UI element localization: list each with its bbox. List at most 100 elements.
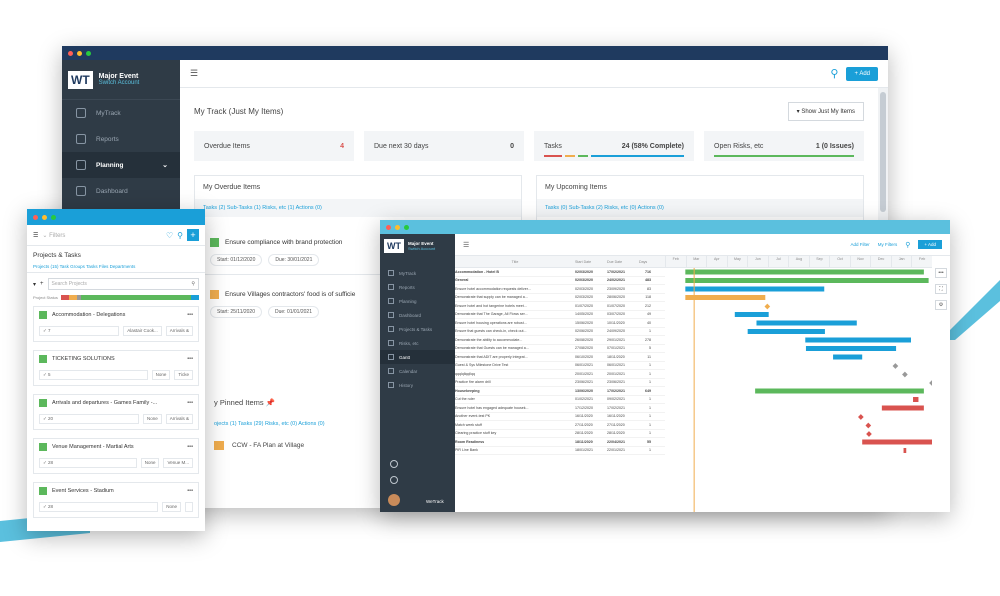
gantt-bar[interactable] — [685, 269, 924, 275]
gantt-bar[interactable] — [755, 388, 924, 394]
add-button[interactable]: + — [187, 229, 199, 241]
sidebar-item-projects-tasks[interactable]: Projects & Tasks — [380, 322, 455, 336]
heart-icon[interactable]: ♡ — [166, 231, 173, 240]
add-button[interactable]: + Add — [846, 66, 878, 81]
assignee-chip[interactable] — [185, 502, 193, 512]
maximize-dot[interactable] — [86, 50, 91, 56]
table-row[interactable]: Demonstrate the ability to accommodate..… — [455, 336, 665, 345]
gantt-bar[interactable] — [734, 312, 769, 317]
show-just-my-items-button[interactable]: ▾ Show Just My Items — [787, 102, 864, 121]
add-button[interactable]: + Add — [918, 240, 942, 249]
gantt-bar[interactable] — [756, 320, 857, 326]
gantt-bar[interactable] — [685, 286, 825, 292]
settings-icon[interactable]: ⚙ — [935, 300, 947, 310]
overdue-tabs[interactable]: Tasks (2) Sub-Tasks (1) Risks, etc (1) A… — [195, 199, 521, 217]
table-row[interactable]: Guest & Sys Milestone Drive Test 06/01/20… — [455, 362, 665, 370]
add-filter-button[interactable]: Add Filter — [850, 242, 869, 247]
gantt-bar[interactable] — [747, 329, 825, 334]
sidebar-item-gantt[interactable]: Gantt — [380, 350, 455, 364]
gantt-bar[interactable] — [805, 346, 897, 351]
projects-tabs[interactable]: Projects (15) Task Groups Tasks Files De… — [27, 261, 205, 273]
table-row[interactable]: Demonstrate that ADIT are properly integ… — [455, 353, 665, 362]
stat-overdue[interactable]: Overdue Items 4 — [194, 131, 354, 161]
search-icon[interactable]: ⚲ — [177, 231, 183, 240]
table-row[interactable]: Room Readiness 18/11/2020 22/04/2021 55 — [455, 438, 665, 447]
sidebar-item-reports[interactable]: Reports — [62, 126, 180, 152]
gantt-bar[interactable] — [685, 278, 929, 283]
column-due[interactable]: Due Date — [607, 260, 639, 264]
sidebar-item-history[interactable]: History — [380, 378, 455, 392]
table-row[interactable]: Cut the ruler 01/02/2021 09/02/2021 1 — [455, 396, 665, 404]
table-row[interactable]: Housekeeping 13/06/2020 17/02/2021 649 — [455, 387, 665, 396]
owner-chip[interactable]: None — [140, 458, 160, 468]
sidebar-item-planning[interactable]: Planning — [380, 294, 455, 308]
owner-chip[interactable]: None — [151, 370, 171, 380]
table-row[interactable]: Practice fire alarm drill 23/06/2021 23/06… — [455, 379, 665, 387]
upcoming-tabs[interactable]: Tasks (0) Sub-Tasks (2) Risks, etc (0) A… — [537, 199, 863, 217]
gantt-milestone[interactable] — [865, 422, 872, 429]
assignee-chip[interactable]: Ticke — [174, 370, 193, 380]
switch-account-link[interactable]: Switch Account — [99, 80, 140, 86]
table-row[interactable]: PIR Line Bank 18/01/2021 22/01/2021 1 — [455, 447, 665, 455]
overdue-task-item[interactable]: Ensure compliance with brand protection … — [210, 238, 390, 266]
gantt-milestone[interactable] — [902, 371, 908, 378]
more-icon[interactable]: ••• — [187, 444, 193, 450]
more-icon[interactable]: ••• — [187, 400, 193, 406]
more-icon[interactable]: ••• — [935, 268, 947, 278]
account-header[interactable]: WT Major Event Switch Account — [62, 60, 180, 100]
account-header[interactable]: WT Major Event Switch Account — [380, 234, 455, 258]
project-card[interactable]: Venue Management - Martial Arts ••• ✓ 28 No… — [33, 438, 199, 474]
my-filters-button[interactable]: My Filters — [878, 242, 898, 247]
column-days[interactable]: Days — [639, 260, 651, 264]
chevron-down-icon[interactable]: ▾ — [33, 281, 36, 288]
search-icon[interactable]: ⚲ — [905, 241, 910, 249]
scrollbar-thumb[interactable] — [880, 92, 886, 212]
gantt-bar[interactable] — [903, 448, 907, 453]
sidebar-item-mytrack[interactable]: MyTrack — [380, 266, 455, 280]
sidebar-item-dashboard[interactable]: Dashboard — [380, 308, 455, 322]
table-row[interactable]: Ensure hotel has engaged adequate housek… — [455, 404, 665, 413]
avatar[interactable] — [388, 494, 400, 506]
sidebar-item-dashboard[interactable]: Dashboard — [62, 178, 180, 204]
close-dot[interactable] — [386, 224, 391, 230]
table-row[interactable]: Clearing practice stuff key 28/11/2020 28/… — [455, 430, 665, 438]
more-icon[interactable]: ••• — [187, 488, 193, 494]
table-row[interactable]: General 02/03/2020 24/02/2021 483 — [455, 277, 665, 285]
overdue-task-item[interactable]: Ensure Villages contractors' food is of … — [210, 290, 390, 318]
close-dot[interactable] — [68, 50, 73, 56]
gantt-bar[interactable] — [805, 337, 911, 343]
assignee-chip[interactable]: Arrivals & — [165, 414, 193, 424]
gantt-milestone[interactable] — [764, 303, 771, 310]
minimize-dot[interactable] — [395, 224, 400, 230]
sidebar-item-planning[interactable]: Planning ⌄ — [62, 152, 180, 178]
sidebar-item-reports[interactable]: Reports — [380, 280, 455, 294]
task-checkbox[interactable] — [210, 290, 219, 299]
table-row[interactable]: Demonstrate that Guests can be managed a… — [455, 345, 665, 353]
gantt-milestone[interactable] — [866, 431, 872, 437]
search-icon[interactable]: ⚲ — [830, 67, 838, 80]
assignee-chip[interactable]: Arrivals & — [165, 326, 193, 336]
minimize-dot[interactable] — [42, 214, 47, 220]
collapse-menu-icon[interactable]: ☰ — [463, 241, 469, 249]
table-row[interactable]: Ensure hotel housing operations are robu… — [455, 319, 665, 328]
gantt-bar[interactable] — [862, 439, 932, 445]
sidebar-item-calendar[interactable]: Calendar — [380, 364, 455, 378]
owner-chip[interactable]: None — [162, 502, 181, 512]
table-row[interactable]: qqqlqllqqllqq 20/01/2021 20/01/2021 1 — [455, 370, 665, 379]
fullscreen-icon[interactable]: ⛶ — [935, 284, 947, 294]
column-start[interactable]: Start Date — [575, 260, 607, 264]
add-icon[interactable]: + — [40, 281, 44, 287]
table-row[interactable]: Accommodation - Hotel B 02/03/2020 17/02/2… — [455, 268, 665, 277]
more-icon[interactable]: ••• — [187, 356, 193, 362]
project-card[interactable]: TICKETING SOLUTIONS ••• ✓ 5 None Ticke — [33, 350, 199, 386]
table-row[interactable]: Match week stuff 27/11/2020 27/11/2020 1 — [455, 421, 665, 430]
bell-icon[interactable] — [390, 476, 398, 484]
gantt-milestone[interactable] — [892, 363, 899, 369]
gantt-milestone[interactable] — [858, 414, 864, 420]
switch-account-link[interactable]: Switch Account — [408, 246, 435, 251]
project-card[interactable]: Accommodation - Delegations ••• ✓ 7 Alastai… — [33, 306, 199, 342]
more-icon[interactable]: ••• — [187, 312, 193, 318]
search-input[interactable]: Search Projects ⚲ — [47, 278, 199, 290]
table-row[interactable]: Ensure hotel and hot tangerine hotels me… — [455, 302, 665, 311]
gantt-bar[interactable] — [685, 295, 766, 300]
